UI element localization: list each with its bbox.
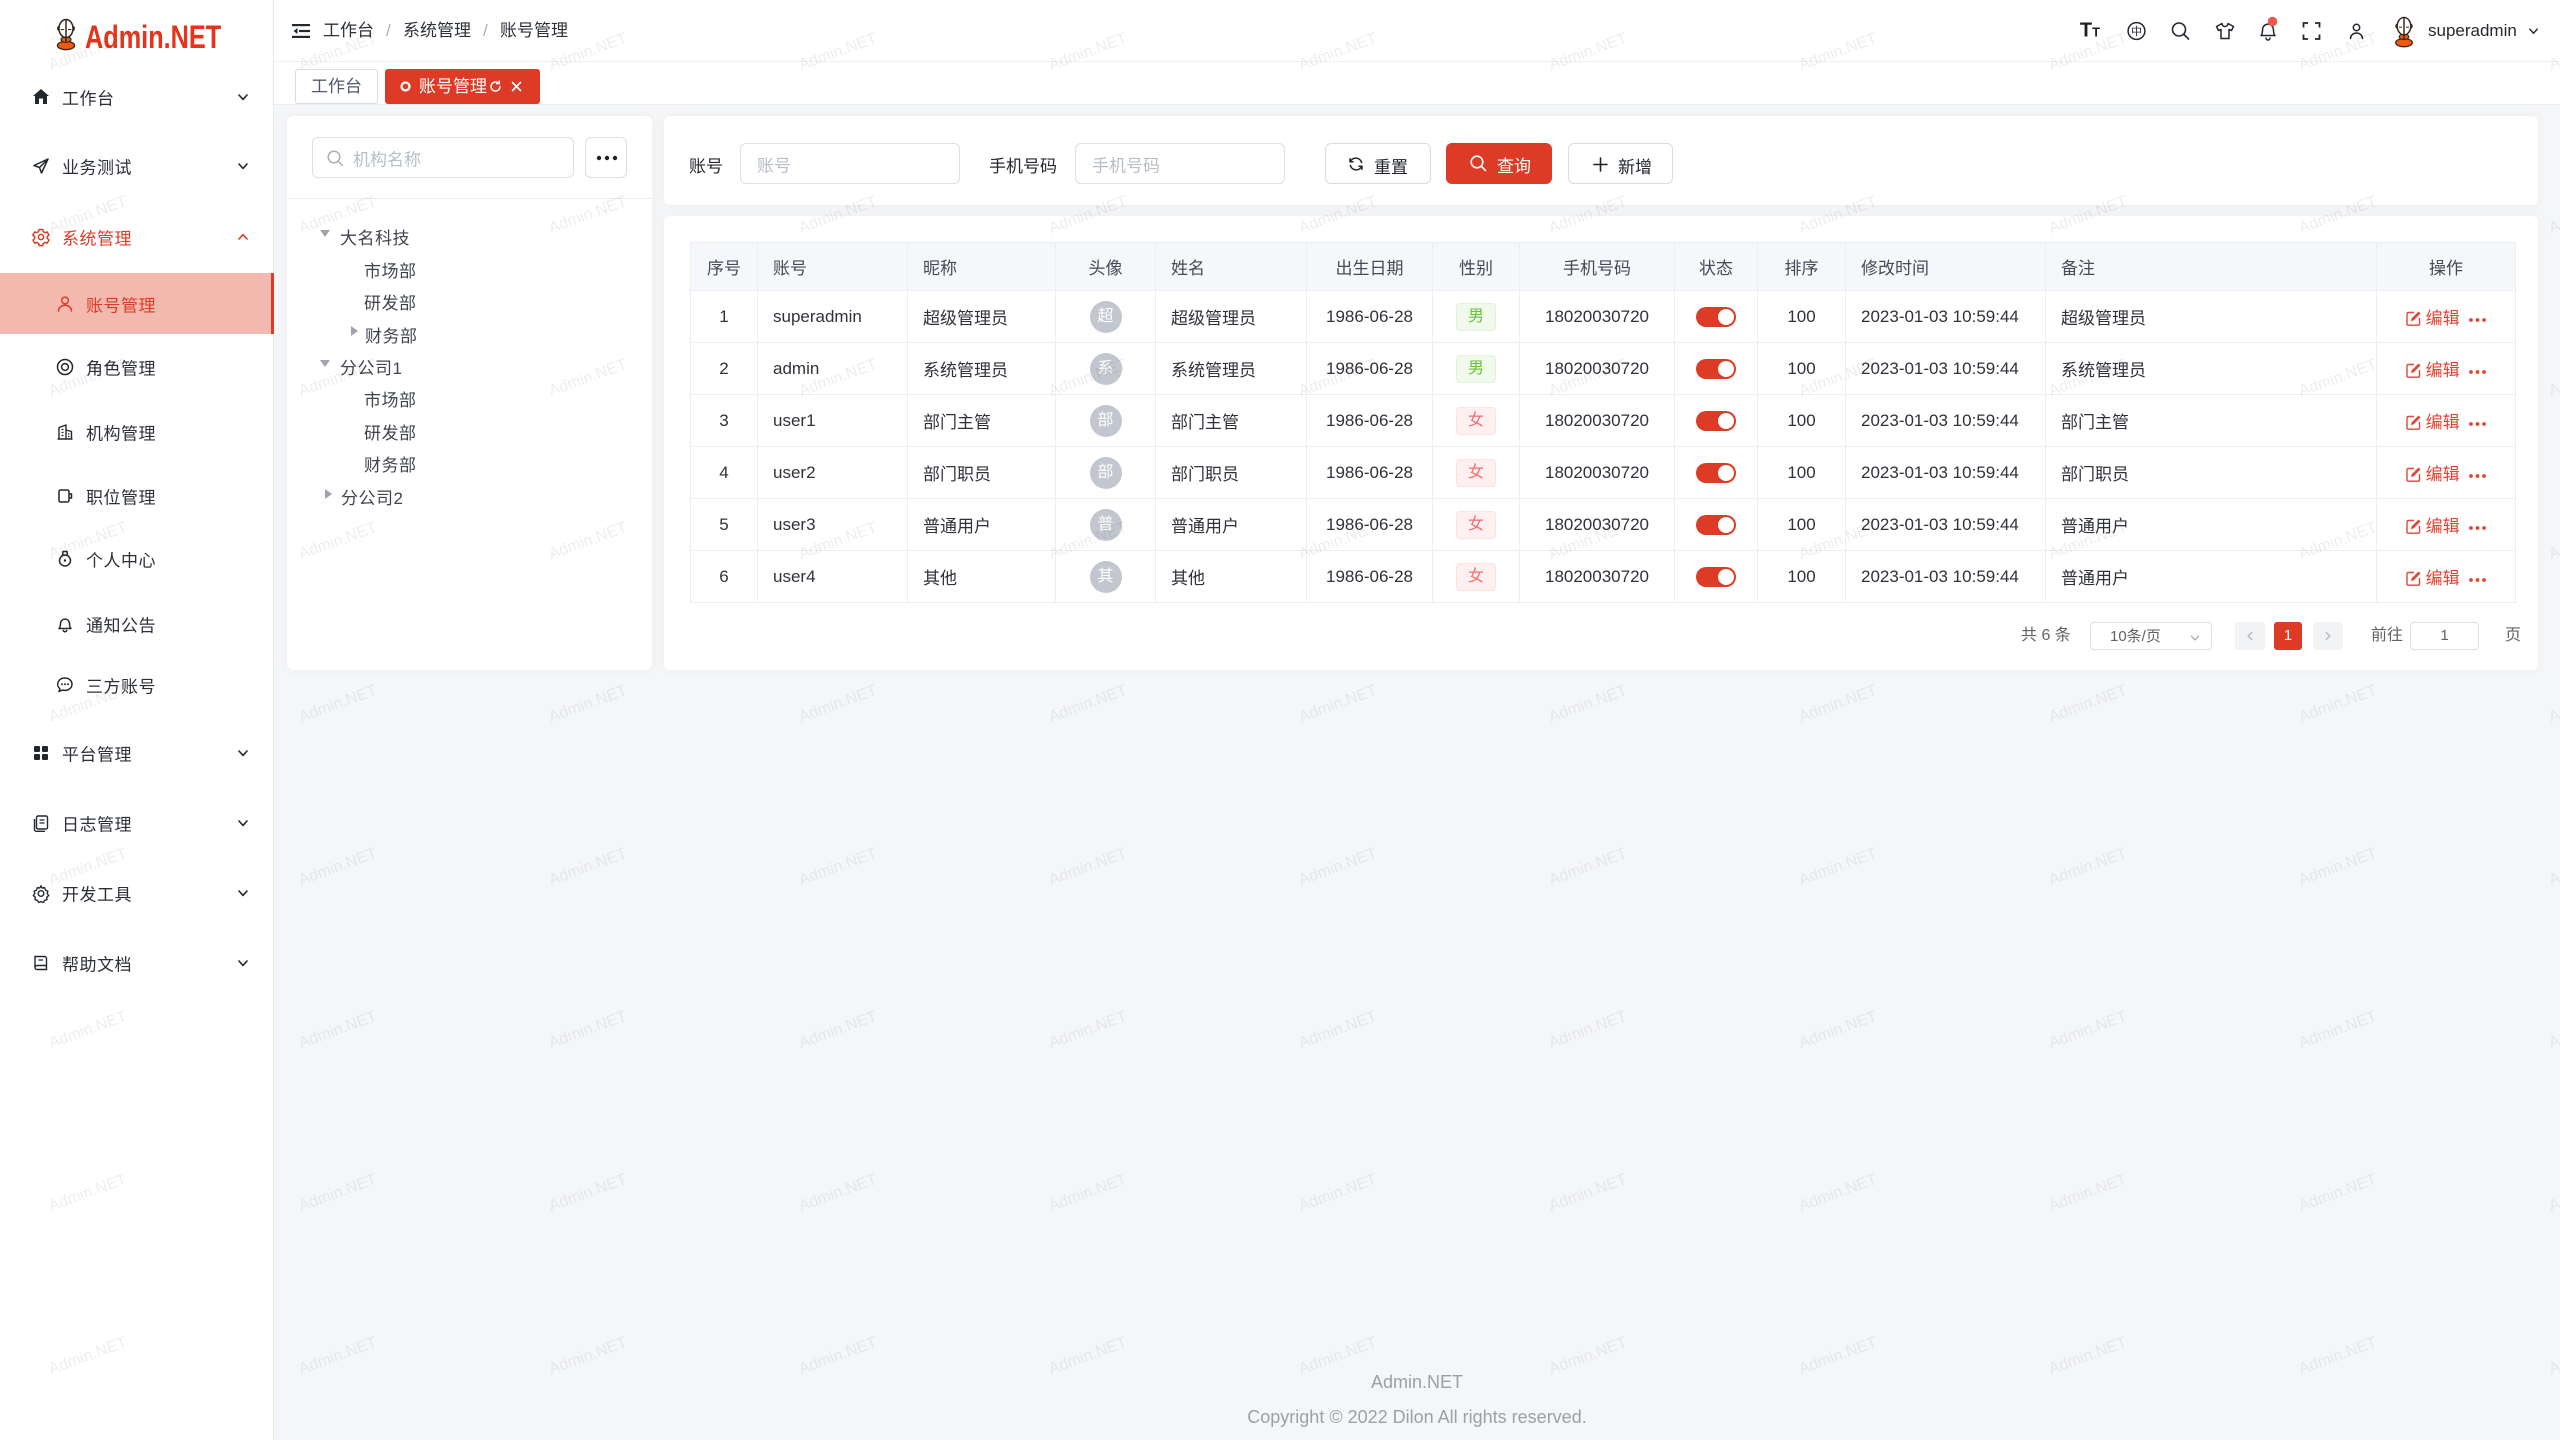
svg-text:中: 中	[2131, 24, 2142, 37]
